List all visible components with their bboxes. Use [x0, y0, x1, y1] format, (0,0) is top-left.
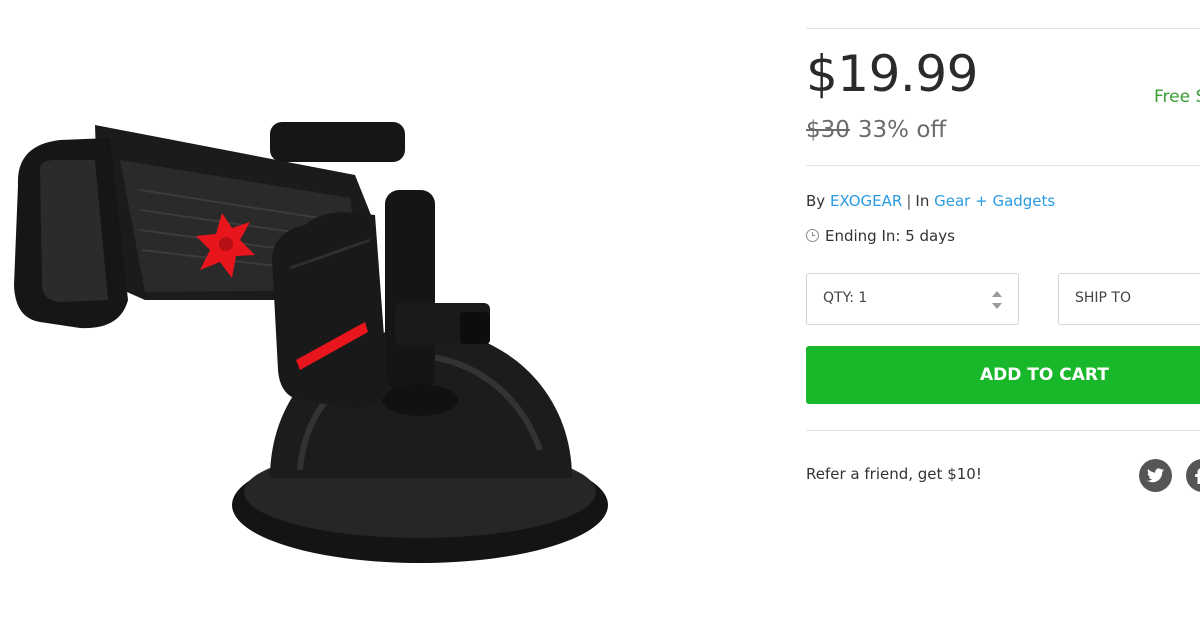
facebook-icon	[1195, 468, 1200, 484]
sale-price: $19.99	[806, 45, 978, 103]
brand-link[interactable]: EXOGEAR	[830, 192, 902, 210]
ending-text: Ending In: 5 days	[825, 227, 955, 245]
separator: |	[906, 192, 912, 210]
category-link[interactable]: Gear + Gadgets	[934, 192, 1055, 210]
add-to-cart-button[interactable]: ADD TO CART	[806, 346, 1200, 404]
quantity-label: QTY: 1	[823, 290, 868, 306]
twitter-icon	[1147, 468, 1164, 483]
divider	[806, 28, 1200, 29]
byline: By EXOGEAR | In Gear + Gadgets	[806, 192, 1055, 210]
facebook-share-button[interactable]	[1186, 459, 1200, 492]
twitter-share-button[interactable]	[1139, 459, 1172, 492]
quantity-select[interactable]: QTY: 1	[806, 273, 1019, 325]
ending-info: Ending In: 5 days	[806, 227, 955, 245]
in-label: In	[915, 192, 930, 210]
ship-to-select[interactable]: SHIP TO	[1058, 273, 1200, 325]
chevron-up-icon	[992, 291, 1002, 297]
original-price-row: $30 33% off	[806, 113, 946, 147]
product-details-panel: $19.99 $30 33% off Free S By EXOGEAR|In G…	[806, 0, 1200, 628]
divider	[806, 165, 1200, 166]
product-image	[0, 0, 720, 628]
add-to-cart-label: ADD TO CART	[980, 365, 1109, 385]
divider	[806, 430, 1200, 431]
original-price: $30	[806, 117, 850, 143]
phone-mount-illustration	[14, 122, 608, 563]
clock-icon	[806, 229, 819, 242]
by-label: By	[806, 192, 826, 210]
discount-label: 33% off	[857, 117, 947, 143]
quantity-stepper-icon[interactable]	[992, 291, 1002, 309]
ship-to-label: SHIP TO	[1075, 290, 1132, 306]
chevron-down-icon	[992, 303, 1002, 309]
refer-text: Refer a friend, get $10!	[806, 465, 982, 483]
free-shipping-label: Free S	[1154, 87, 1200, 107]
